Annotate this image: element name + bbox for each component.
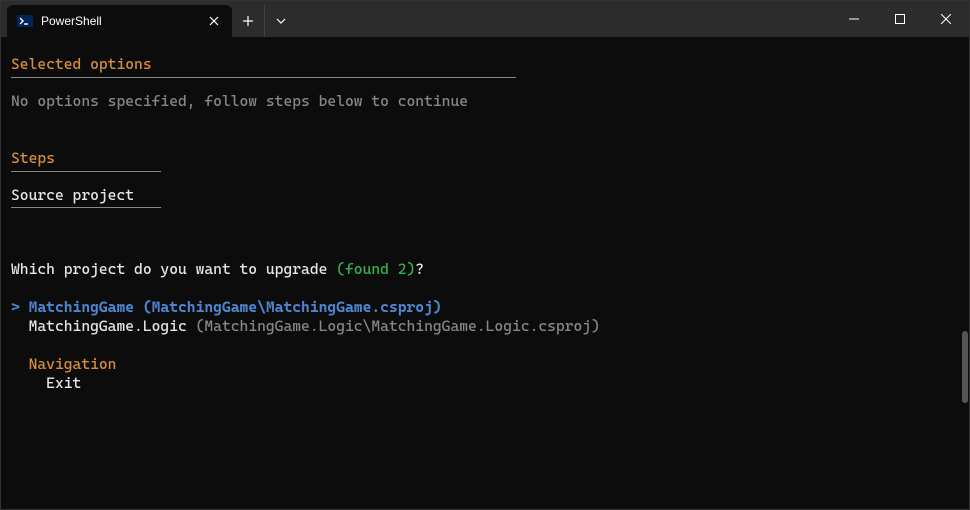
minimize-button[interactable] — [831, 1, 877, 37]
navigation-exit[interactable]: Exit — [11, 374, 959, 394]
selected-options-header: Selected options — [11, 55, 959, 75]
tab-close-button[interactable] — [206, 13, 222, 29]
new-tab-button[interactable] — [232, 5, 264, 37]
navigation-header: Navigation — [11, 355, 959, 375]
section-divider — [11, 207, 161, 208]
window-controls — [831, 1, 969, 37]
section-divider — [11, 171, 161, 172]
option-selected[interactable]: > MatchingGame (MatchingGame\MatchingGam… — [11, 298, 959, 318]
maximize-button[interactable] — [877, 1, 923, 37]
titlebar: PowerShell — [1, 1, 969, 37]
option-unselected[interactable]: MatchingGame.Logic (MatchingGame.Logic\M… — [11, 317, 959, 337]
selected-options-message: No options specified, follow steps below… — [11, 92, 959, 112]
steps-header: Steps — [11, 149, 959, 169]
powershell-icon — [17, 13, 33, 29]
tab-powershell[interactable]: PowerShell — [7, 5, 232, 37]
dropdown-button[interactable] — [264, 5, 296, 37]
prompt-question: Which project do you want to upgrade (fo… — [11, 260, 959, 280]
scrollbar[interactable] — [962, 331, 968, 403]
steps-item: Source project — [11, 186, 959, 206]
tab-title: PowerShell — [41, 14, 198, 28]
close-button[interactable] — [923, 1, 969, 37]
section-divider — [11, 77, 516, 78]
terminal-content: Selected options No options specified, f… — [1, 37, 969, 509]
titlebar-left: PowerShell — [1, 1, 296, 37]
